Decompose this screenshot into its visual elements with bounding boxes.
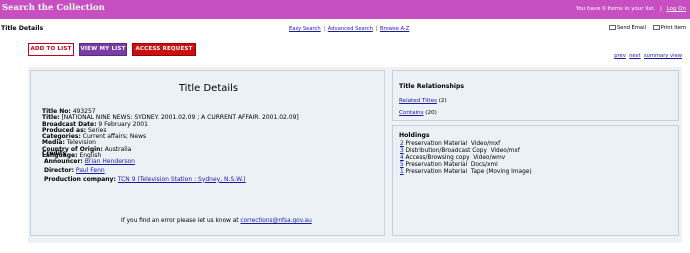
director-link[interactable]: Paul Fenn — [76, 167, 105, 174]
credits-heading: Credits — [42, 150, 67, 157]
holding-text: Preservation Material Docs/xml — [405, 162, 498, 168]
holding-item: 3 Distribution/Broadcast Copy Video/mxf — [400, 148, 532, 155]
credits-list: Announcer: Brian Henderson Director: Pau… — [44, 158, 246, 184]
site-title: Search the Collection — [2, 3, 105, 13]
send-email-label: Send Email — [616, 25, 646, 31]
result-pager: prev next summary view — [614, 53, 682, 59]
holding-count-link[interactable]: 1 — [400, 169, 404, 175]
credit-director: Director: Paul Fenn — [44, 167, 246, 176]
cart-status: You have 0 Items in your list. | Log On — [576, 6, 686, 12]
top-header-bar: Search the Collection You have 0 Items i… — [0, 0, 690, 19]
contains-count: (20) — [425, 110, 437, 116]
log-on-link[interactable]: Log On — [667, 6, 686, 12]
related-titles-link[interactable]: Related Titles — [399, 98, 437, 104]
holding-count-link[interactable]: 2 — [400, 141, 404, 147]
easy-search-link[interactable]: Easy Search — [289, 26, 321, 32]
error-report-note: If you find an error please let us know … — [121, 218, 312, 224]
contains-link[interactable]: Contains — [399, 110, 424, 116]
announcer-link[interactable]: Brian Henderson — [85, 158, 135, 165]
details-heading: Title Details — [178, 83, 239, 94]
error-report-text: If you find an error please let us know … — [121, 218, 239, 224]
holding-text: Preservation Material Tape (Moving Image… — [405, 169, 532, 175]
nav-separator: | — [375, 26, 378, 32]
credit-announcer: Announcer: Brian Henderson — [44, 158, 246, 167]
credit-label: Announcer: — [44, 158, 83, 165]
details-fields: Title No: 493257 Title: [NATIONAL NINE N… — [42, 108, 299, 159]
print-item-action[interactable]: Print Item — [652, 25, 686, 31]
production-company-link[interactable]: TCN 9 (Television Station : Sydney, N.S.… — [118, 176, 246, 183]
cart-divider: | — [660, 6, 662, 12]
related-titles-count: (2) — [438, 98, 447, 104]
add-to-list-button[interactable]: ADD TO LIST — [28, 43, 74, 56]
related-titles-row: Related Titles (2) — [399, 98, 447, 104]
access-request-button[interactable]: ACCESS REQUEST — [132, 43, 196, 56]
send-email-action[interactable]: Send Email — [608, 25, 648, 31]
email-icon — [608, 25, 616, 30]
nav-separator: | — [323, 26, 326, 32]
holding-item: 5 Preservation Material Docs/xml — [400, 162, 532, 169]
field-value: Australia — [104, 145, 132, 153]
holdings-heading: Holdings — [399, 132, 430, 139]
subheader: Title Details Easy Search | Advanced Sea… — [0, 22, 690, 36]
credit-label: Director: — [44, 166, 74, 174]
browse-az-link[interactable]: Browse A-Z — [380, 26, 409, 32]
holding-count-link[interactable]: 3 — [400, 148, 404, 154]
corrections-email-link[interactable]: corrections@nfsa.gov.au — [240, 218, 311, 224]
contains-row: Contains (20) — [399, 110, 437, 116]
prev-link[interactable]: prev — [614, 53, 626, 59]
advanced-search-link[interactable]: Advanced Search — [328, 26, 373, 32]
view-my-list-button[interactable]: VIEW MY LIST — [79, 43, 127, 56]
holdings-list: 2 Preservation Material Video/mxf 3 Dist… — [400, 141, 532, 176]
holding-item: 1 Preservation Material Tape (Moving Ima… — [400, 169, 532, 176]
button-row: ADD TO LIST VIEW MY LIST ACCESS REQUEST … — [0, 42, 690, 59]
holding-item: 2 Preservation Material Video/mxf — [400, 141, 532, 148]
next-link[interactable]: next — [629, 53, 641, 59]
credit-production-company: Production company: TCN 9 (Television St… — [44, 176, 246, 185]
holding-text: Access/Browsing copy Video/wmv — [405, 155, 506, 161]
holding-text: Distribution/Broadcast Copy Video/mxf — [405, 148, 520, 154]
holding-count-link[interactable]: 4 — [400, 155, 404, 161]
summary-view-link[interactable]: summary view — [644, 53, 682, 59]
search-nav: Easy Search | Advanced Search | Browse A… — [289, 26, 409, 32]
holding-count-link[interactable]: 5 — [400, 162, 404, 168]
print-icon — [652, 25, 660, 30]
print-item-label: Print Item — [660, 25, 686, 31]
page-title: Title Details — [1, 25, 44, 32]
cart-count-text: You have 0 Items in your list. — [575, 6, 656, 12]
title-relationships-panel: Title Relationships Related Titles (2) C… — [392, 70, 679, 121]
holdings-panel: Holdings 2 Preservation Material Video/m… — [392, 125, 679, 236]
title-details-panel: Title Details Title No: 493257 Title: [N… — [30, 70, 385, 236]
credit-label: Production company: — [44, 175, 116, 183]
holding-text: Preservation Material Video/mxf — [405, 141, 501, 147]
relationships-heading: Title Relationships — [399, 83, 465, 90]
item-actions: Send Email Print Item — [608, 25, 686, 31]
content-area: Title Details Title No: 493257 Title: [N… — [28, 67, 682, 243]
holding-item: 4 Access/Browsing copy Video/wmv — [400, 155, 532, 162]
